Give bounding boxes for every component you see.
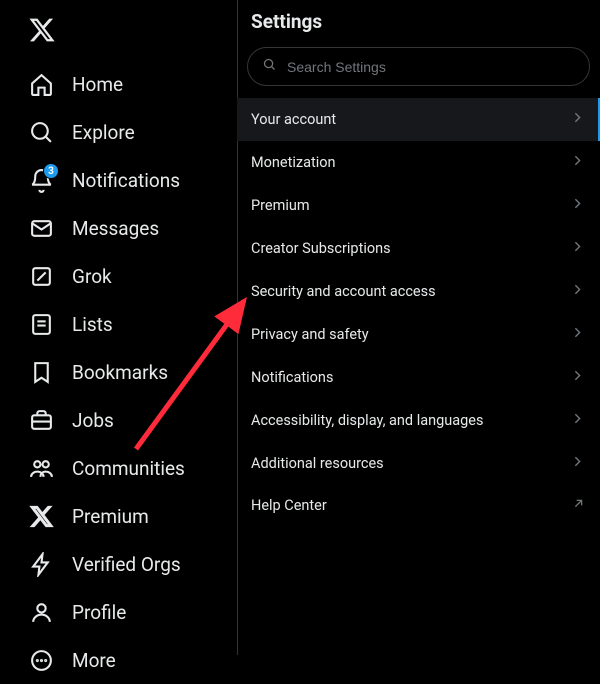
lists-icon <box>28 311 54 337</box>
notification-badge: 3 <box>43 163 59 179</box>
sidebar-item-label: Profile <box>72 601 126 624</box>
sidebar-item-grok[interactable]: Grok <box>28 252 237 300</box>
settings-item-help-center[interactable]: Help Center <box>237 485 600 526</box>
settings-item-your-account[interactable]: Your account <box>237 98 600 141</box>
page-title: Settings <box>251 10 586 33</box>
sidebar-item-label: Messages <box>72 217 159 240</box>
settings-item-creator-subscriptions[interactable]: Creator Subscriptions <box>237 227 600 270</box>
settings-item-label: Notifications <box>251 369 333 386</box>
sidebar-item-explore[interactable]: Explore <box>28 108 237 156</box>
chevron-right-icon <box>569 410 586 431</box>
settings-item-label: Creator Subscriptions <box>251 240 391 257</box>
settings-item-additional-resources[interactable]: Additional resources <box>237 442 600 485</box>
settings-panel: Settings Your account Monetization Premi… <box>237 0 600 655</box>
chevron-right-icon <box>569 281 586 302</box>
search-icon <box>28 119 54 145</box>
chevron-right-icon <box>569 238 586 259</box>
chevron-right-icon <box>569 324 586 345</box>
sidebar-item-verified-orgs[interactable]: Verified Orgs <box>28 540 237 588</box>
sidebar-item-notifications[interactable]: 3 Notifications <box>28 156 237 204</box>
home-icon <box>28 71 54 97</box>
sidebar-item-communities[interactable]: Communities <box>28 444 237 492</box>
settings-item-accessibility[interactable]: Accessibility, display, and languages <box>237 399 600 442</box>
sidebar-item-bookmarks[interactable]: Bookmarks <box>28 348 237 396</box>
sidebar-item-label: Notifications <box>72 169 180 192</box>
chevron-right-icon <box>569 453 586 474</box>
x-icon <box>28 503 54 529</box>
search-icon <box>262 57 277 76</box>
settings-item-notifications[interactable]: Notifications <box>237 356 600 399</box>
envelope-icon <box>28 215 54 241</box>
settings-item-label: Privacy and safety <box>251 326 369 343</box>
settings-item-label: Monetization <box>251 154 336 171</box>
settings-list: Your account Monetization Premium Creato… <box>237 98 600 526</box>
briefcase-icon <box>28 407 54 433</box>
sidebar-item-premium[interactable]: Premium <box>28 492 237 540</box>
chevron-right-icon <box>569 367 586 388</box>
more-icon <box>28 647 54 673</box>
settings-item-label: Your account <box>251 111 336 128</box>
settings-item-label: Help Center <box>251 497 327 514</box>
sidebar-item-lists[interactable]: Lists <box>28 300 237 348</box>
sidebar-item-profile[interactable]: Profile <box>28 588 237 636</box>
chevron-right-icon <box>569 109 586 130</box>
sidebar-item-more[interactable]: More <box>28 636 237 684</box>
sidebar-item-label: More <box>72 649 116 672</box>
sidebar-item-label: Explore <box>72 121 135 144</box>
settings-item-label: Security and account access <box>251 283 436 300</box>
settings-item-label: Premium <box>251 197 310 214</box>
sidebar: Home Explore 3 Notifications Messages Gr… <box>0 0 237 655</box>
search-settings-box[interactable] <box>247 47 590 86</box>
chevron-right-icon <box>569 195 586 216</box>
sidebar-item-label: Jobs <box>72 409 114 432</box>
grok-icon <box>28 263 54 289</box>
external-link-icon <box>571 496 586 515</box>
person-icon <box>28 599 54 625</box>
sidebar-item-label: Lists <box>72 313 113 336</box>
sidebar-item-label: Premium <box>72 505 149 528</box>
settings-item-security[interactable]: Security and account access <box>237 270 600 313</box>
sidebar-item-label: Verified Orgs <box>72 553 181 576</box>
bell-icon: 3 <box>28 167 54 193</box>
settings-item-monetization[interactable]: Monetization <box>237 141 600 184</box>
sidebar-item-home[interactable]: Home <box>28 60 237 108</box>
settings-item-label: Accessibility, display, and languages <box>251 412 483 429</box>
search-input[interactable] <box>287 59 575 75</box>
bookmark-icon <box>28 359 54 385</box>
sidebar-item-jobs[interactable]: Jobs <box>28 396 237 444</box>
x-logo-icon <box>28 16 56 44</box>
sidebar-item-messages[interactable]: Messages <box>28 204 237 252</box>
settings-item-label: Additional resources <box>251 455 384 472</box>
sidebar-item-label: Bookmarks <box>72 361 168 384</box>
sidebar-item-label: Home <box>72 73 123 96</box>
sidebar-item-label: Grok <box>72 265 112 288</box>
lightning-icon <box>28 551 54 577</box>
x-logo[interactable] <box>28 8 237 60</box>
sidebar-item-label: Communities <box>72 457 185 480</box>
communities-icon <box>28 455 54 481</box>
chevron-right-icon <box>569 152 586 173</box>
settings-item-premium[interactable]: Premium <box>237 184 600 227</box>
settings-item-privacy-safety[interactable]: Privacy and safety <box>237 313 600 356</box>
